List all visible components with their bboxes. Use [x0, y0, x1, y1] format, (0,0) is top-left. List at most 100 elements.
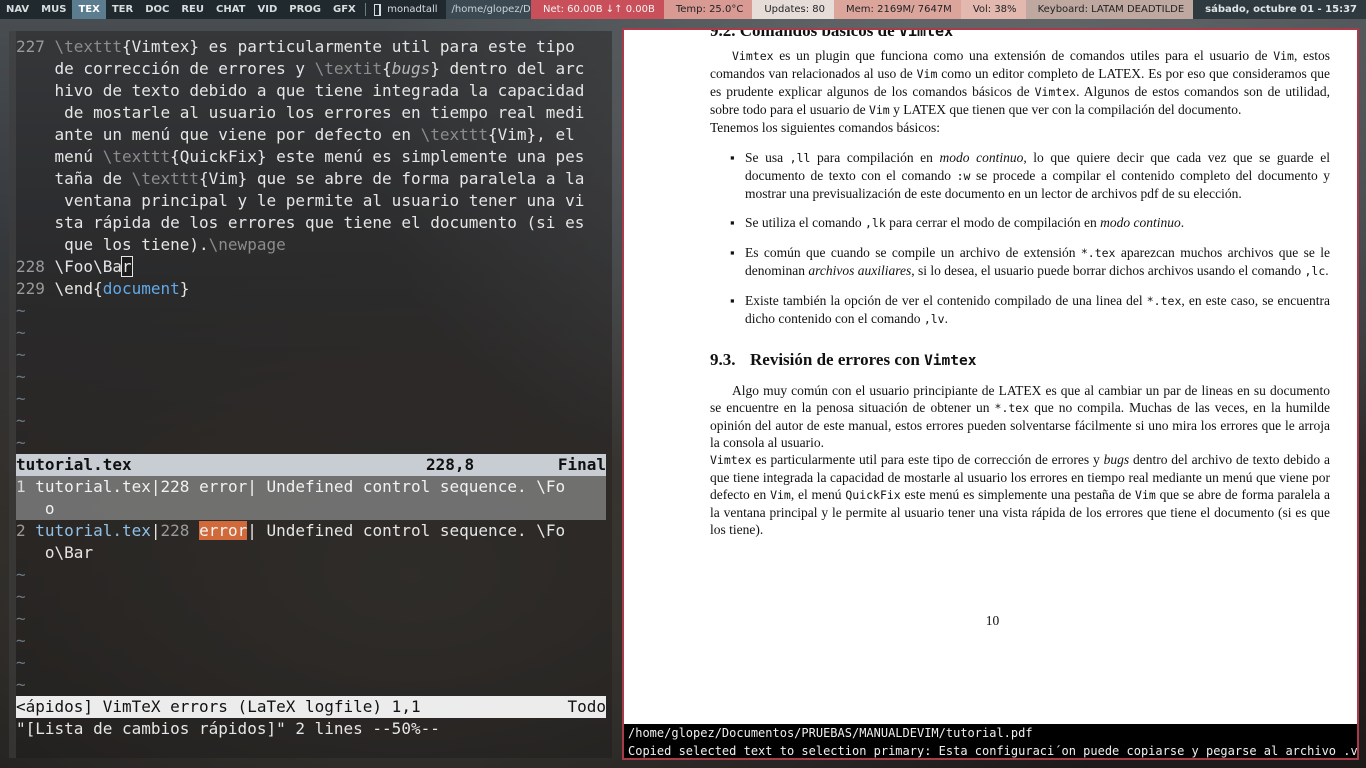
qf-message: o: [44, 499, 55, 518]
qf-status-title: <ápidos] VimTeX errors (LaTeX logfile) 1…: [16, 697, 421, 716]
vim-cmdline[interactable]: "[Lista de cambios rápidos]" 2 lines --5…: [16, 718, 440, 740]
buffer-text: menú: [54, 147, 103, 166]
status-scroll: Final: [557, 455, 606, 474]
command-list-item: Es común que cuando se compile un archiv…: [710, 244, 1330, 280]
quickfix-item[interactable]: 1 tutorial.tex|228 error| Undefined cont…: [16, 476, 606, 498]
layout-icon[interactable]: [374, 3, 382, 16]
paragraph: Algo muy común con el usuario principian…: [710, 382, 1330, 451]
inline-code: :w: [956, 169, 971, 183]
layout-name[interactable]: monadtall: [387, 4, 445, 15]
italic-text: modo continuo: [939, 150, 1024, 165]
command-list: Se usa ,ll para compilación en modo cont…: [710, 149, 1330, 328]
empty-line-tilde: ~: [16, 323, 26, 342]
quickfix-statusline: <ápidos] VimTeX errors (LaTeX logfile) 1…: [16, 696, 606, 718]
keyboard-layout-widget[interactable]: Keyboard: LATAM DEADTILDE: [1025, 0, 1194, 19]
buffer-line-wrap[interactable]: hivo de texto debido a que tiene integra…: [16, 80, 585, 102]
italic-text: modo continuo: [1100, 215, 1181, 230]
empty-line-tilde: ~: [16, 609, 26, 628]
workspace-ter[interactable]: TER: [106, 0, 139, 19]
section-heading: 9.3. Revisión de errores con Vimtex: [710, 351, 1330, 370]
inline-code: ,lv: [923, 312, 945, 326]
buffer-text: hivo de texto debido a que tiene integra…: [54, 81, 585, 100]
workspace-reu[interactable]: REU: [175, 0, 210, 19]
volume-widget[interactable]: Vol: 38%: [960, 0, 1026, 19]
buffer-line-wrap[interactable]: ante un menú que viene por defecto en \t…: [16, 124, 575, 146]
latex-command: \newpage: [208, 235, 286, 254]
buffer-line-wrap[interactable]: de mostarle al usuario los errores en ti…: [16, 102, 584, 124]
workspace-nav[interactable]: NAV: [0, 0, 35, 19]
qf-line: 228: [160, 477, 190, 496]
qf-file: tutorial.tex: [35, 521, 151, 540]
inline-code: *.tex: [1080, 246, 1116, 260]
buffer-text: sta rápida de los errores que tiene el d…: [54, 213, 585, 232]
text-segment: .: [1325, 263, 1329, 278]
buffer-line-wrap[interactable]: de corrección de errores y \textit{bugs}…: [16, 58, 585, 80]
latex-command: \textit: [314, 59, 383, 78]
updates-widget[interactable]: Updates: 80: [752, 0, 835, 19]
pdf-page[interactable]: Vimtex es un plugin que funciona como un…: [710, 47, 1330, 538]
buffer-line-227[interactable]: 227 \texttt{Vimtex} es particularmente u…: [16, 36, 575, 58]
empty-line-tilde: ~: [16, 631, 26, 650]
command-list-item: Se usa ,ll para compilación en modo cont…: [710, 149, 1330, 202]
page-number: 10: [985, 613, 1000, 628]
workspace-tex[interactable]: TEX: [72, 0, 106, 19]
paragraph: Vimtex es particularmente util para este…: [710, 451, 1330, 538]
buffer-line-228[interactable]: 228 \Foo\Bar: [16, 256, 133, 278]
pdf-viewer[interactable]: 9.2. Comandos básicos de Vimtex Vimtex e…: [622, 28, 1359, 760]
workspace-prog[interactable]: PROG: [283, 0, 327, 19]
quickfix-item[interactable]: 2 tutorial.tex|228 error| Undefined cont…: [16, 520, 565, 542]
empty-line-tilde: ~: [16, 367, 26, 386]
empty-line-tilde: ~: [16, 433, 26, 452]
qf-message: | Undefined control sequence. \Fo: [247, 521, 566, 540]
status-position: 228,8: [426, 455, 475, 474]
paragraph-commands: Tenemos los siguientes comandos básicos:: [710, 120, 941, 135]
section-heading-cut: 9.2. Comandos básicos de Vimtex: [710, 30, 953, 41]
buffer-line-wrap[interactable]: sta rápida de los errores que tiene el d…: [16, 212, 585, 234]
buffer-text: ventana principal y le permite al usuari…: [54, 191, 585, 210]
buffer-text: {Vim} que se abre de forma paralela a la: [199, 169, 585, 188]
temp-widget: Temp: 25.0°C: [663, 0, 753, 19]
empty-line-tilde: ~: [16, 411, 26, 430]
environment-name: document: [102, 279, 180, 298]
quickfix-item-wrap[interactable]: o: [16, 498, 606, 520]
vim-terminal[interactable]: 227 \texttt{Vimtex} es particularmente u…: [9, 31, 612, 758]
line-number: 228: [16, 257, 55, 276]
buffer-line-wrap[interactable]: ventana principal y le permite al usuari…: [16, 190, 584, 212]
workspace-gfx[interactable]: GFX: [327, 0, 362, 19]
buffer-line-wrap[interactable]: menú \texttt{QuickFix} este menú es simp…: [16, 146, 585, 168]
buffer-line-wrap[interactable]: que los tiene).\newpage: [16, 234, 286, 256]
inline-code: *.tex: [994, 401, 1030, 415]
workspace-doc[interactable]: DOC: [139, 0, 175, 19]
text-segment: , si lo desea, el usuario puede borrar d…: [911, 263, 1305, 278]
latex-command: \texttt: [54, 37, 122, 56]
empty-line-tilde: ~: [16, 301, 26, 320]
text-segment: .: [944, 311, 948, 326]
workspace-chat[interactable]: CHAT: [210, 0, 252, 19]
inline-code: Vim: [1135, 488, 1156, 502]
pdf-notification: Copied selected text to selection primar…: [624, 742, 1357, 758]
empty-line-tilde: ~: [16, 345, 26, 364]
buffer-line-229[interactable]: 229 \end{document}: [16, 278, 189, 300]
workspace-mus[interactable]: MUS: [35, 0, 72, 19]
text-segment: para cerrar el modo de compilación en: [885, 215, 1101, 230]
buffer-text: ante un menú que viene por defecto en: [54, 125, 421, 144]
text-segment: Existe también la opción de ver el conte…: [745, 293, 1147, 308]
command-list-item: Existe también la opción de ver el conte…: [710, 292, 1330, 328]
quickfix-item-wrap[interactable]: o\Bar: [16, 542, 93, 564]
inline-code: ,lk: [864, 216, 886, 230]
buffer-text: que los tiene).: [54, 235, 209, 254]
buffer-text: de corrección de errores y: [54, 59, 315, 78]
separator: [364, 3, 366, 16]
text-segment: y LATEX que tienen que ver con la compil…: [889, 102, 1242, 117]
inline-code: ,lc: [1304, 264, 1326, 278]
inline-code: *.tex: [1146, 294, 1182, 308]
italic-arg: bugs: [391, 59, 431, 78]
latex-command: \texttt: [420, 125, 489, 144]
text-segment: es particularmente util para este tipo d…: [751, 452, 1104, 467]
command-list-item: Se utiliza el comando ,lk para cerrar el…: [710, 214, 1330, 232]
buffer-text: {Vimtex} es particularmente util para es…: [121, 37, 575, 56]
workspace-vid[interactable]: VID: [251, 0, 283, 19]
latex-command: \texttt: [131, 169, 200, 188]
qf-message: | Undefined control sequence. \Fo: [247, 477, 566, 496]
buffer-line-wrap[interactable]: taña de \texttt{Vim} que se abre de form…: [16, 168, 585, 190]
